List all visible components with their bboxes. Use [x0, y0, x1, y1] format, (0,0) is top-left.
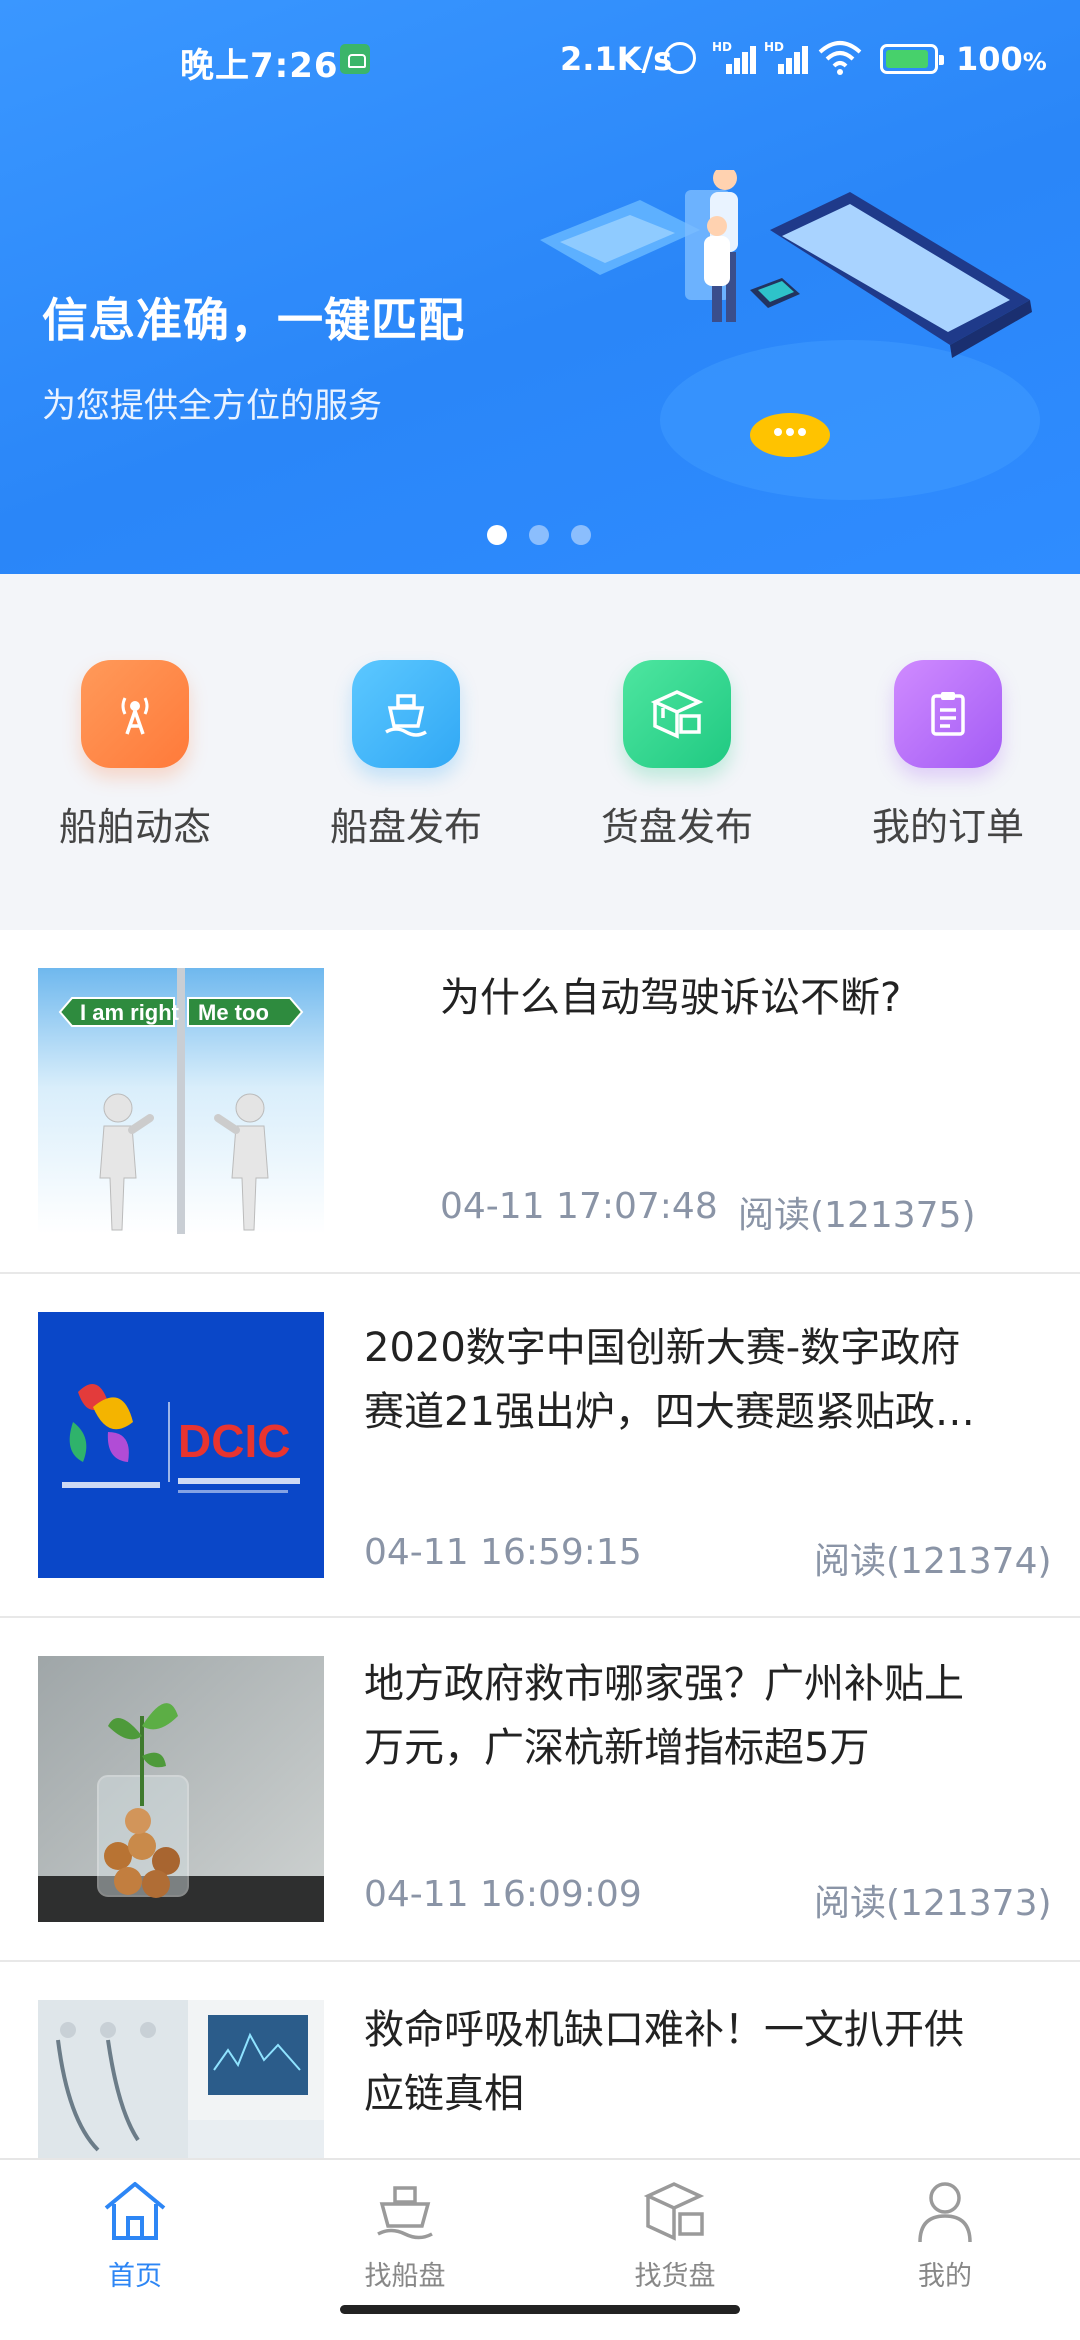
action-label: 货盘发布	[600, 805, 753, 849]
tab-label: 找货盘	[634, 2261, 716, 2292]
ventilator-image	[38, 2000, 324, 2158]
network-speed: 2.1K/s	[560, 40, 673, 78]
sign-right-text: Me too	[198, 1000, 269, 1025]
news-item[interactable]: 地方政府救市哪家强？广州补贴上 万元，广深杭新增指标超5万 04-11 16:0…	[0, 1618, 1080, 1962]
news-item[interactable]: DCIC 2020数字中国创新大赛-数字政府 赛道21强出炉，四大赛题紧贴政… …	[0, 1274, 1080, 1618]
clipboard-icon	[894, 660, 1002, 768]
boxes-icon	[623, 660, 731, 768]
coins-plant-jar-image	[38, 1656, 324, 1922]
news-title-line: 应链真相	[364, 2071, 524, 2117]
dcic-logo-text: DCIC	[178, 1415, 290, 1467]
carousel-indicator[interactable]	[487, 525, 591, 545]
action-publish-cargo[interactable]: 货盘发布	[577, 660, 777, 851]
news-read-count: 阅读(121375)	[738, 1195, 976, 1236]
news-date: 04-11 17:07:48	[440, 1186, 718, 1227]
dcic-contest-image: DCIC	[38, 1312, 324, 1578]
status-time: 晚上7:26	[180, 46, 339, 86]
signal-icon: HD	[712, 40, 758, 74]
news-title-line: 地方政府救市哪家强？广州补贴上	[364, 1661, 964, 1707]
news-read-count: 阅读(121374)	[814, 1541, 1052, 1582]
news-date: 04-11 16:59:15	[364, 1532, 642, 1573]
home-indicator[interactable]	[340, 2305, 740, 2314]
carousel-dot[interactable]	[487, 525, 507, 545]
carousel-dot[interactable]	[529, 525, 549, 545]
tab-home[interactable]: 首页	[35, 2174, 235, 2293]
news-title-line: 赛道21强出炉，四大赛题紧贴政…	[364, 1389, 975, 1435]
tab-label: 首页	[108, 2261, 162, 2292]
action-label: 船舶动态	[58, 805, 211, 849]
radio-tower-icon	[81, 660, 189, 768]
quick-actions: 船舶动态 船盘发布 货盘发布 我的订单	[0, 574, 1080, 930]
news-read-count: 阅读(121373)	[814, 1883, 1052, 1924]
signal-icon-2: HD	[764, 40, 810, 74]
banner-title: 信息准确，一键匹配	[42, 293, 465, 347]
tab-label: 找船盘	[364, 2261, 446, 2292]
action-my-orders[interactable]: 我的订单	[848, 660, 1048, 851]
banner-carousel[interactable]: 晚上7:26 2.1K/s HD HD 100% 信息准确，一键匹配 为您提供全…	[0, 0, 1080, 574]
wifi-icon	[818, 41, 862, 75]
home-icon	[104, 2182, 166, 2240]
tab-mine[interactable]: 我的	[845, 2174, 1045, 2293]
action-ship-status[interactable]: 船舶动态	[35, 660, 235, 851]
battery-percent: 100%	[956, 40, 1047, 78]
app-notification-icon	[340, 44, 370, 74]
action-label: 我的订单	[871, 805, 1024, 849]
news-item[interactable]: I am right Me too 为什么自动驾驶诉讼不断? 04-11 17:…	[0, 930, 1080, 1274]
news-title: 为什么自动驾驶诉讼不断?	[440, 975, 902, 1021]
tab-find-ship[interactable]: 找船盘	[305, 2174, 505, 2293]
news-list: I am right Me too 为什么自动驾驶诉讼不断? 04-11 17:…	[0, 930, 1080, 2158]
battery-icon	[880, 44, 944, 74]
carousel-dot[interactable]	[571, 525, 591, 545]
news-title-line: 万元，广深杭新增指标超5万	[364, 1725, 870, 1771]
boxes-icon	[643, 2182, 705, 2241]
tab-find-cargo[interactable]: 找货盘	[575, 2174, 775, 2293]
banner-illustration	[540, 170, 1040, 500]
action-label: 船盘发布	[329, 805, 482, 849]
banner-subtitle: 为您提供全方位的服务	[42, 386, 382, 426]
news-item[interactable]: 救命呼吸机缺口难补！一文扒开供 应链真相	[0, 1962, 1080, 2158]
news-date: 04-11 16:09:09	[364, 1874, 642, 1915]
status-bar: 晚上7:26 2.1K/s HD HD 100%	[0, 0, 1080, 120]
ship-icon	[352, 660, 460, 768]
news-title-line: 2020数字中国创新大赛-数字政府	[364, 1325, 961, 1371]
user-icon	[918, 2182, 972, 2243]
action-publish-ship[interactable]: 船盘发布	[306, 660, 506, 851]
sign-left-text: I am right	[80, 1000, 180, 1025]
ship-icon	[377, 2186, 433, 2240]
signpost-figures-image: I am right Me too	[38, 968, 324, 1234]
alarm-icon	[664, 42, 696, 74]
tab-label: 我的	[918, 2261, 972, 2292]
news-title-line: 救命呼吸机缺口难补！一文扒开供	[364, 2007, 964, 2053]
